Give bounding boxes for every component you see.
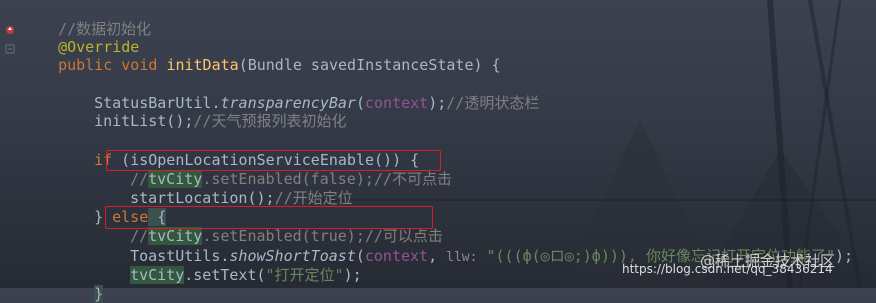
paren-open: ( bbox=[355, 94, 365, 112]
code-line-8: if (isOpenLocationServiceEnable()) { bbox=[76, 133, 419, 169]
red-highlight-box bbox=[105, 206, 433, 229]
code-line-10: startLocation();//开始定位 bbox=[112, 171, 353, 207]
comment-text: //透明状态栏 bbox=[446, 94, 540, 112]
parameter-hint: llw: bbox=[446, 250, 478, 265]
keyword-public: public bbox=[58, 56, 113, 74]
editor-gutter bbox=[0, 0, 40, 288]
comment-text: //开始定位 bbox=[274, 189, 353, 207]
code-line-15: } bbox=[76, 267, 104, 303]
fold-marker-icon[interactable] bbox=[5, 44, 15, 54]
code-line-14: tvCity.setText("打开定位"); bbox=[112, 248, 362, 284]
param-context: context bbox=[364, 247, 429, 265]
comma: , bbox=[428, 247, 447, 265]
code-line-1: //数据初始化 bbox=[40, 2, 151, 38]
override-marker-icon[interactable] bbox=[5, 25, 15, 35]
string-literal: "打开定位" bbox=[265, 266, 344, 284]
highlighted-identifier-tvcity: tvCity bbox=[130, 266, 185, 284]
comment-text: //天气预报列表初始化 bbox=[193, 112, 347, 130]
call-initlist: initList(); bbox=[94, 112, 194, 130]
paren-close: ); bbox=[428, 94, 447, 112]
param-context: context bbox=[365, 94, 429, 112]
code-line-6: initList();//天气预报列表初始化 bbox=[76, 94, 346, 130]
red-highlight-box bbox=[106, 150, 441, 171]
keyword-void: void bbox=[121, 56, 158, 74]
code-line-2: @Override bbox=[40, 20, 139, 56]
paren-close: ); bbox=[835, 247, 854, 265]
method-signature: (Bundle savedInstanceState) { bbox=[238, 56, 501, 74]
call-settext: .setText( bbox=[184, 266, 266, 284]
code-line-13: ToastUtils.showShortToast(context, llw: … bbox=[112, 229, 853, 265]
watermark-url-text: https://blog.csdn.net/qq_38436214 bbox=[622, 262, 833, 276]
code-line-5: StatusBarUtil.transparencyBar(context);/… bbox=[76, 76, 539, 112]
code-line-3: public void initData(Bundle savedInstanc… bbox=[40, 38, 501, 74]
watermark-url: https://blog.csdn.net/qq_38436214 bbox=[622, 262, 833, 276]
method-name-initdata: initData bbox=[166, 56, 239, 74]
paren-close: ); bbox=[343, 266, 362, 284]
